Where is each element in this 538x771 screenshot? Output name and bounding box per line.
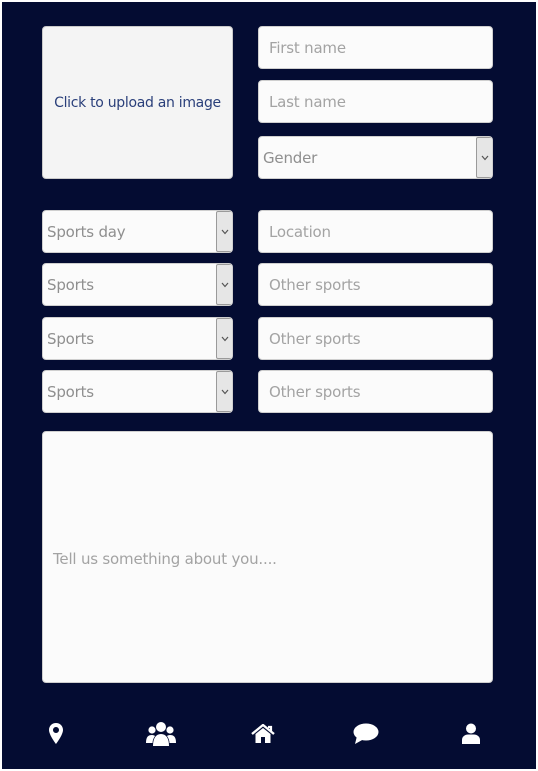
chevron-down-icon[interactable] bbox=[476, 137, 492, 178]
user-icon bbox=[462, 723, 480, 744]
sport-select-2[interactable]: Sports bbox=[42, 317, 233, 360]
sport-select-3[interactable]: Sports bbox=[42, 370, 233, 413]
nav-profile-button[interactable] bbox=[451, 714, 491, 754]
users-icon bbox=[146, 722, 176, 746]
about-textarea[interactable] bbox=[42, 431, 493, 683]
home-icon bbox=[251, 724, 275, 743]
nav-home-button[interactable] bbox=[243, 714, 283, 754]
upload-label: Click to upload an image bbox=[54, 94, 221, 111]
gender-select[interactable]: Gender bbox=[258, 136, 493, 179]
map-marker-icon bbox=[49, 723, 63, 744]
first-name-input[interactable] bbox=[258, 26, 493, 69]
image-upload-box[interactable]: Click to upload an image bbox=[42, 26, 233, 179]
other-sports-input-1[interactable] bbox=[258, 263, 493, 306]
chevron-down-icon[interactable] bbox=[216, 371, 232, 412]
other-sports-input-2[interactable] bbox=[258, 317, 493, 360]
sport-selected-value: Sports bbox=[47, 329, 94, 348]
bottom-nav-bar bbox=[2, 714, 536, 754]
chevron-down-icon[interactable] bbox=[216, 264, 232, 305]
other-sports-input-3[interactable] bbox=[258, 370, 493, 413]
nav-location-button[interactable] bbox=[36, 714, 76, 754]
sports-day-select[interactable]: Sports day bbox=[42, 210, 233, 253]
gender-selected-value: Gender bbox=[263, 148, 318, 167]
sport-selected-value: Sports bbox=[47, 382, 94, 401]
last-name-input[interactable] bbox=[258, 80, 493, 123]
chat-bubble-icon bbox=[353, 723, 379, 744]
nav-friends-button[interactable] bbox=[141, 714, 181, 754]
chevron-down-icon[interactable] bbox=[216, 318, 232, 359]
profile-form-screen: Click to upload an image Gender Sports d… bbox=[0, 0, 538, 771]
location-input[interactable] bbox=[258, 210, 493, 253]
sport-select-1[interactable]: Sports bbox=[42, 263, 233, 306]
sports-day-selected-value: Sports day bbox=[47, 222, 126, 241]
nav-messages-button[interactable] bbox=[346, 714, 386, 754]
sport-selected-value: Sports bbox=[47, 275, 94, 294]
chevron-down-icon[interactable] bbox=[216, 211, 232, 252]
